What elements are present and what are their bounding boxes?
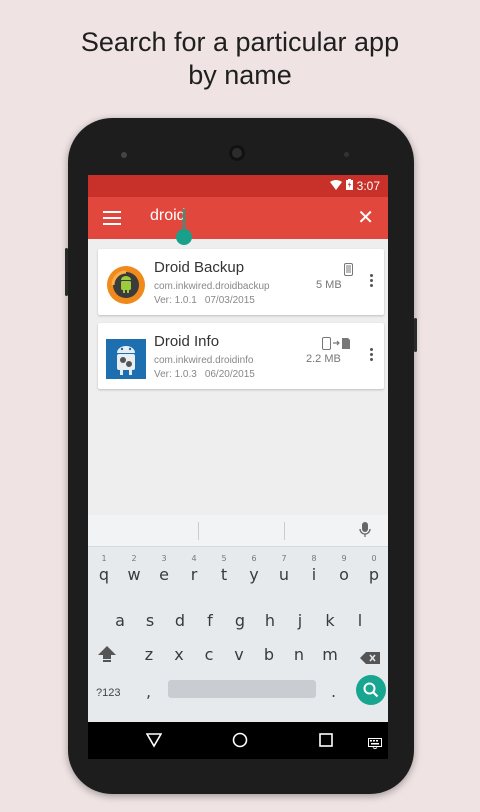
app-size: 2.2 MB	[306, 353, 341, 365]
key-r[interactable]: 4r	[184, 554, 204, 584]
headline-line-1: Search for a particular app	[80, 27, 400, 57]
key-v[interactable]: v	[229, 645, 249, 664]
clear-search-icon[interactable]: ✕	[357, 207, 374, 227]
phone-icon	[344, 261, 353, 280]
key-w[interactable]: 2w	[124, 554, 144, 584]
app-date: 06/20/2015	[204, 369, 255, 380]
key-e[interactable]: 3e	[154, 554, 174, 584]
phone-to-sd-icon	[322, 335, 352, 354]
microphone-icon[interactable]	[359, 522, 371, 542]
app-version-row: Ver: 1.0.1 07/03/2015	[154, 295, 255, 306]
status-bar: 3:07	[88, 175, 388, 197]
key-x[interactable]: x	[169, 645, 189, 664]
key-z[interactable]: z	[139, 645, 159, 664]
droid-info-app-icon	[106, 339, 146, 379]
key-g[interactable]: g	[230, 611, 250, 630]
shift-icon[interactable]	[98, 646, 116, 666]
back-icon[interactable]	[145, 732, 163, 752]
key-d[interactable]: d	[170, 611, 190, 630]
key-i[interactable]: 8i	[304, 554, 324, 584]
overflow-menu-icon[interactable]	[370, 348, 374, 363]
app-date: 07/03/2015	[204, 295, 255, 306]
key-f[interactable]: f	[200, 611, 220, 630]
headline: Search for a particular app by name	[0, 26, 480, 92]
keyboard-switch-icon[interactable]	[368, 734, 382, 753]
proximity-sensor	[344, 152, 349, 157]
phone-frame: 3:07 droid ✕ Droid Backup com.inkwired.d…	[65, 118, 417, 794]
suggestion-strip	[88, 515, 388, 547]
recents-icon[interactable]	[318, 732, 334, 752]
volume-button	[65, 248, 68, 296]
status-time: 3:07	[356, 179, 380, 193]
home-icon[interactable]	[232, 732, 248, 752]
battery-icon	[345, 179, 353, 193]
speaker	[121, 152, 127, 158]
droid-backup-app-icon	[106, 265, 146, 305]
symbols-key[interactable]: ?123	[96, 687, 120, 699]
key-t[interactable]: 5t	[214, 554, 234, 584]
app-name: Droid Backup	[154, 259, 245, 276]
power-button	[414, 318, 417, 352]
key-m[interactable]: m	[320, 645, 340, 664]
text-cursor-handle[interactable]	[176, 229, 192, 245]
key-a[interactable]: a	[110, 611, 130, 630]
front-camera	[229, 145, 245, 161]
key-y[interactable]: 6y	[244, 554, 264, 584]
wifi-icon	[329, 179, 342, 193]
on-screen-keyboard: 1q 2w 3e 4r 5t 6y 7u 8i 9o 0p a s d f g …	[88, 515, 388, 722]
app-name: Droid Info	[154, 333, 220, 350]
key-h[interactable]: h	[260, 611, 280, 630]
navigation-bar	[88, 722, 388, 759]
key-o[interactable]: 9o	[334, 554, 354, 584]
key-k[interactable]: k	[320, 611, 340, 630]
backspace-icon[interactable]	[360, 649, 380, 668]
screen: 3:07 droid ✕ Droid Backup com.inkwired.d…	[88, 175, 388, 759]
search-input[interactable]: droid	[150, 207, 186, 225]
comma-key[interactable]: ,	[146, 682, 151, 701]
key-s[interactable]: s	[140, 611, 160, 630]
key-q[interactable]: 1q	[94, 554, 114, 584]
app-version-row: Ver: 1.0.3 06/20/2015	[154, 369, 255, 380]
key-c[interactable]: c	[199, 645, 219, 664]
key-u[interactable]: 7u	[274, 554, 294, 584]
key-p[interactable]: 0p	[364, 554, 384, 584]
app-list-item[interactable]: Droid Info com.inkwired.droidinfo Ver: 1…	[98, 323, 384, 389]
app-size: 5 MB	[316, 279, 342, 291]
key-l[interactable]: l	[350, 611, 370, 630]
key-b[interactable]: b	[259, 645, 279, 664]
search-key[interactable]	[356, 675, 386, 705]
key-n[interactable]: n	[289, 645, 309, 664]
app-package: com.inkwired.droidbackup	[154, 281, 270, 292]
app-list-item[interactable]: Droid Backup com.inkwired.droidbackup Ve…	[98, 249, 384, 315]
overflow-menu-icon[interactable]	[370, 274, 374, 289]
space-key[interactable]	[168, 680, 316, 698]
period-key[interactable]: .	[331, 682, 336, 701]
app-version: Ver: 1.0.3	[154, 369, 197, 380]
search-toolbar: droid ✕	[88, 197, 388, 239]
app-version: Ver: 1.0.1	[154, 295, 197, 306]
menu-icon[interactable]	[103, 211, 121, 225]
search-icon	[356, 682, 386, 709]
key-j[interactable]: j	[290, 611, 310, 630]
text-cursor	[183, 209, 185, 229]
app-package: com.inkwired.droidinfo	[154, 355, 254, 366]
headline-line-2: by name	[188, 60, 292, 90]
